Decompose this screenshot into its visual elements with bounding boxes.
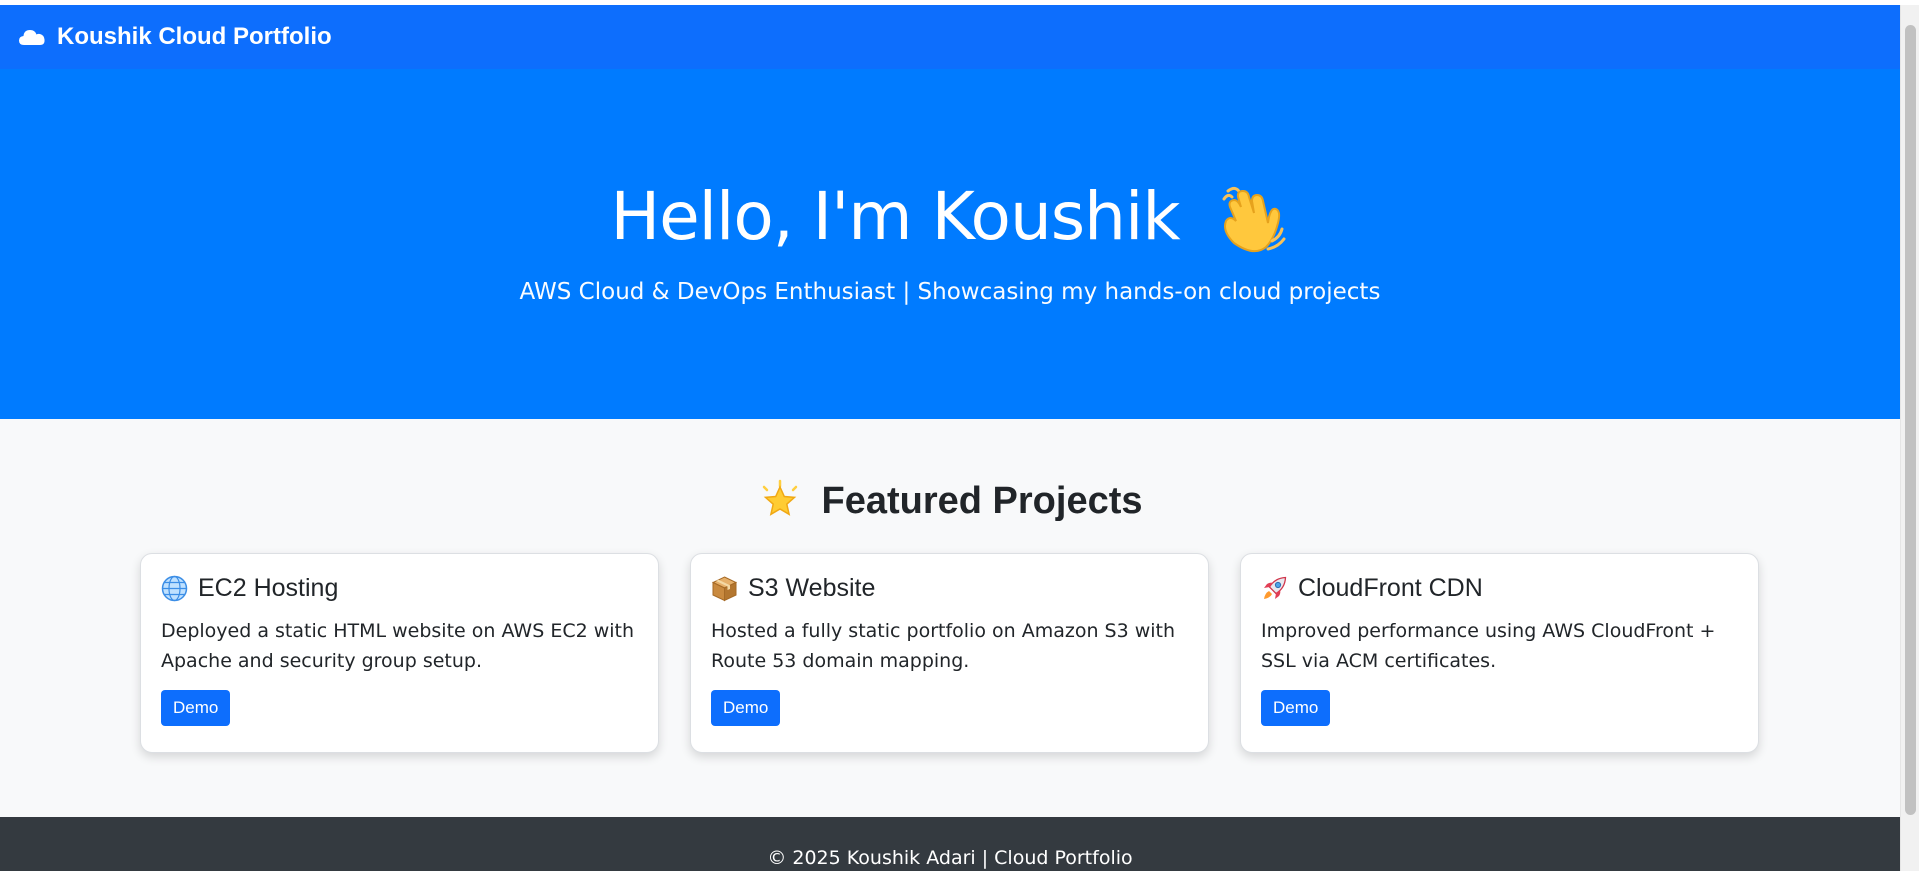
vertical-scrollbar[interactable] xyxy=(1900,5,1919,871)
project-cards: EC2 Hosting Deployed a static HTML websi… xyxy=(140,553,1900,753)
demo-button-ec2[interactable]: Demo xyxy=(161,690,231,726)
card-description: Deployed a static HTML website on AWS EC… xyxy=(161,620,635,672)
demo-button-cloudfront[interactable]: Demo xyxy=(1261,690,1331,726)
project-card: S3 Website Hosted a fully static portfol… xyxy=(690,553,1209,753)
globe-icon xyxy=(161,575,188,602)
scrollbar-thumb[interactable] xyxy=(1905,25,1916,815)
package-icon xyxy=(711,576,738,602)
waving-hand-icon xyxy=(1222,186,1286,253)
card-title-text: CloudFront CDN xyxy=(1298,574,1483,602)
demo-button-s3[interactable]: Demo xyxy=(711,690,781,726)
hero-heading-text: Hello, I'm Koushik xyxy=(610,178,1180,255)
navbar-brand[interactable]: Koushik Cloud Portfolio xyxy=(18,23,332,51)
projects-section: Featured Projects EC2 Hosting Deployed a… xyxy=(0,419,1900,817)
card-title-text: EC2 Hosting xyxy=(198,574,339,602)
brand-label: Koushik Cloud Portfolio xyxy=(57,23,332,50)
card-title: EC2 Hosting xyxy=(161,574,638,603)
project-card: EC2 Hosting Deployed a static HTML websi… xyxy=(140,553,659,753)
page: Koushik Cloud Portfolio Hello, I'm Koush… xyxy=(0,5,1900,871)
footer-text: © 2025 Koushik Adari | Cloud Portfolio xyxy=(767,847,1133,869)
hero-heading: Hello, I'm Koushik xyxy=(0,177,1900,257)
card-title: CloudFront CDN xyxy=(1261,574,1738,603)
navbar: Koushik Cloud Portfolio xyxy=(0,5,1900,69)
projects-heading: Featured Projects xyxy=(0,479,1900,523)
star-icon xyxy=(762,479,797,516)
rocket-icon xyxy=(1264,576,1287,599)
projects-heading-text: Featured Projects xyxy=(821,479,1143,522)
card-description: Hosted a fully static portfolio on Amazo… xyxy=(711,620,1176,672)
cloud-icon xyxy=(19,30,45,45)
hero-subtitle: AWS Cloud & DevOps Enthusiast | Showcasi… xyxy=(519,279,1381,305)
hero-section: Hello, I'm Koushik AWS Cloud & DevOps En… xyxy=(0,69,1900,419)
project-card: CloudFront CDN Improved performance usin… xyxy=(1240,553,1759,753)
card-description: Improved performance using AWS CloudFron… xyxy=(1261,620,1716,672)
footer: © 2025 Koushik Adari | Cloud Portfolio xyxy=(0,817,1900,871)
card-title: S3 Website xyxy=(711,574,1188,603)
card-title-text: S3 Website xyxy=(748,574,876,602)
